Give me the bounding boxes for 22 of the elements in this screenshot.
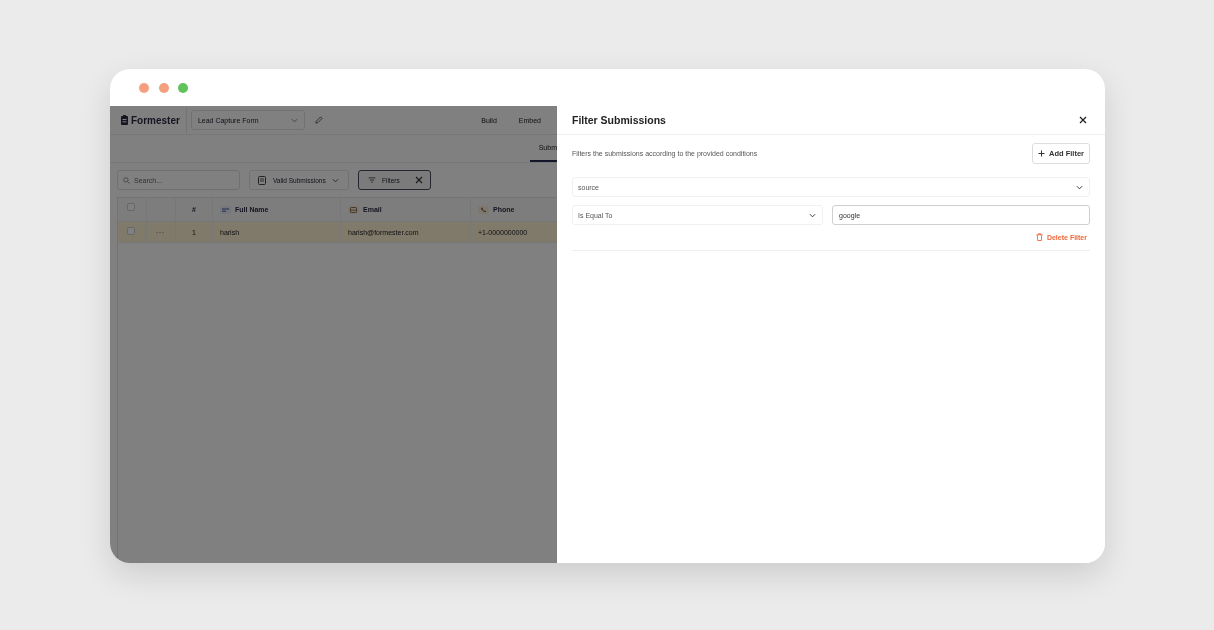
chevron-down-icon: [809, 212, 816, 218]
filter-icon: [368, 177, 376, 183]
window-control-icon[interactable]: [158, 82, 169, 93]
plus-icon: [1038, 150, 1045, 157]
chevron-down-icon: [1076, 184, 1083, 190]
logo-text: Formester: [131, 114, 180, 126]
window-control-icon[interactable]: [178, 82, 188, 93]
pencil-icon[interactable]: [314, 116, 323, 124]
phone-icon: [478, 205, 489, 214]
window-control-icon[interactable]: [139, 82, 149, 93]
row-checkbox[interactable]: [127, 227, 135, 235]
chevron-down-icon: [290, 117, 298, 123]
clipboard-icon: [121, 115, 128, 125]
drawer-title: Filter Submissions: [572, 114, 666, 126]
text-lines-icon: [220, 205, 231, 214]
inbox-icon: [348, 205, 359, 214]
select-all-checkbox[interactable]: [127, 203, 135, 211]
trash-icon: [1035, 233, 1043, 241]
chevron-down-icon: [331, 177, 339, 183]
document-icon: [258, 175, 266, 185]
close-icon[interactable]: [1079, 116, 1087, 124]
search-icon: [123, 176, 130, 184]
